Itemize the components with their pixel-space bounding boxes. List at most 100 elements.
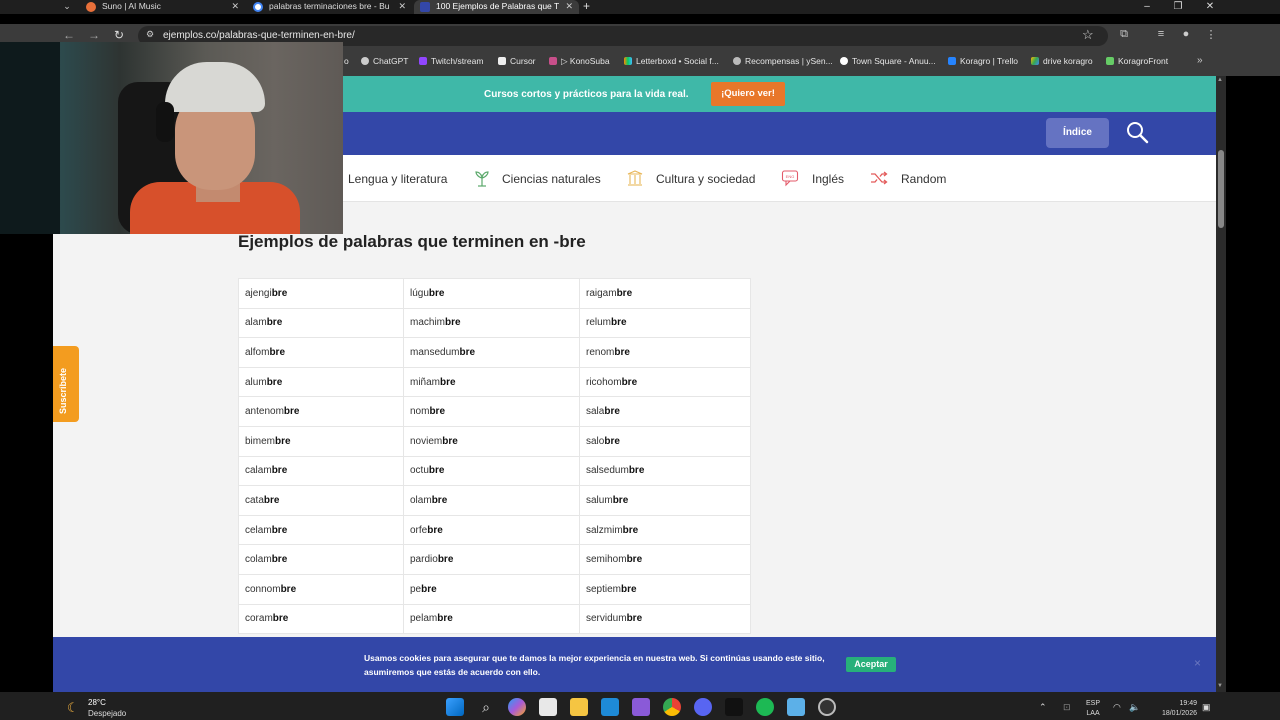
- notepad-icon[interactable]: [787, 698, 805, 716]
- volume-icon[interactable]: 🔈: [1129, 702, 1140, 713]
- scroll-up-arrow-icon[interactable]: ▲: [1217, 77, 1223, 83]
- word-suffix: bre: [611, 317, 627, 329]
- reload-icon[interactable]: ↻: [111, 28, 127, 42]
- microsoft-store-icon[interactable]: [539, 698, 557, 716]
- close-tab-icon[interactable]: ✕: [565, 0, 573, 13]
- word-cell: septiembre: [579, 573, 751, 605]
- back-arrow-icon[interactable]: ←: [61, 28, 77, 42]
- file-explorer-icon[interactable]: [570, 698, 588, 716]
- network-tray-icon[interactable]: ⊡: [1063, 702, 1071, 713]
- forward-arrow-icon[interactable]: →: [86, 28, 102, 42]
- obs-icon[interactable]: [818, 698, 836, 716]
- promo-text: Cursos cortos y prácticos para la vida r…: [484, 89, 689, 100]
- scroll-down-arrow-icon[interactable]: ▼: [1217, 683, 1223, 689]
- discord-icon[interactable]: [694, 698, 712, 716]
- visual-studio-icon[interactable]: [632, 698, 650, 716]
- windows-start-icon[interactable]: [446, 698, 464, 716]
- word-suffix: bre: [269, 346, 286, 358]
- weather-condition[interactable]: Despejado: [88, 709, 126, 718]
- tab-title: 100 Ejemplos de Palabras que T: [436, 1, 560, 11]
- tab-google-search[interactable]: palabras terminaciones bre - Bu ✕: [247, 0, 412, 14]
- word-stem: salzmim: [586, 524, 623, 536]
- bookmark-koragrofront[interactable]: KoragroFront: [1106, 56, 1168, 66]
- search-taskbar-icon[interactable]: ⌕: [477, 698, 495, 716]
- close-window-icon[interactable]: ✕: [1200, 0, 1220, 13]
- category-ingles[interactable]: Inglés: [812, 172, 844, 186]
- close-tab-icon[interactable]: ✕: [398, 0, 406, 13]
- bookmark-town-square[interactable]: Town Square - Anuu...: [840, 56, 936, 66]
- word-suffix: bre: [437, 554, 454, 566]
- indice-button[interactable]: Índice: [1046, 118, 1109, 148]
- promo-button[interactable]: ¡Quiero ver!: [711, 82, 785, 106]
- close-cookie-icon[interactable]: ×: [1194, 656, 1201, 670]
- bookmark-letterboxd[interactable]: Letterboxd • Social f...: [624, 56, 719, 66]
- more-bookmarks-chevron-icon[interactable]: »: [1197, 55, 1203, 66]
- steam-deck-icon[interactable]: [725, 698, 743, 716]
- weather-temperature[interactable]: 28°C: [88, 698, 106, 707]
- category-random[interactable]: Random: [901, 172, 946, 186]
- vscode-icon[interactable]: [601, 698, 619, 716]
- word-stem: machim: [410, 317, 446, 329]
- table-row: alumbre miñambre ricohombre: [238, 366, 751, 398]
- word-stem: alam: [245, 317, 267, 329]
- new-tab-button[interactable]: +: [583, 0, 590, 13]
- word-suffix: bre: [621, 376, 638, 388]
- tab-ejemplos-active[interactable]: 100 Ejemplos de Palabras que T ✕: [414, 0, 579, 14]
- word-suffix: bre: [445, 317, 461, 329]
- bookmark-drive[interactable]: drive koragro: [1031, 56, 1093, 66]
- spotify-icon[interactable]: [756, 698, 774, 716]
- bookmark-twitch[interactable]: Twitch/stream: [419, 56, 483, 66]
- bookmark-recompensas[interactable]: Recompensas | ySen...: [733, 56, 833, 66]
- scrollbar-thumb[interactable]: [1218, 150, 1224, 228]
- extensions-icon[interactable]: ⧉: [1116, 28, 1132, 41]
- category-cultura[interactable]: Cultura y sociedad: [656, 172, 755, 186]
- profile-avatar-icon[interactable]: ●: [1178, 28, 1194, 40]
- trello-icon: [948, 57, 956, 65]
- media-controls-icon[interactable]: ≡: [1153, 28, 1169, 40]
- language-code: ESP: [1086, 700, 1101, 707]
- word-cell: ajengibre: [238, 278, 404, 309]
- word-suffix: bre: [428, 465, 445, 477]
- show-hidden-icons-chevron-icon[interactable]: ⌃: [1039, 702, 1047, 713]
- word-cell: alumbre: [238, 366, 404, 398]
- tab-search-chevron-icon[interactable]: ⌄: [60, 0, 74, 13]
- table-row: celambre orfebre salzmimbre: [238, 514, 751, 546]
- site-info-icon[interactable]: ⚙: [146, 29, 158, 41]
- system-clock[interactable]: 19:49 18/01/2026: [1152, 699, 1197, 719]
- tab-suno[interactable]: Suno | AI Music ✕: [80, 0, 245, 14]
- category-ciencias[interactable]: Ciencias naturales: [502, 172, 601, 186]
- word-stem: mansedum: [410, 346, 460, 358]
- wifi-icon[interactable]: ◠: [1113, 702, 1121, 713]
- subscribe-tab[interactable]: Suscríbete: [53, 346, 79, 422]
- bookmark-trello[interactable]: Koragro | Trello: [948, 56, 1018, 66]
- minimize-icon[interactable]: –: [1137, 0, 1157, 13]
- accept-cookies-button[interactable]: Aceptar: [846, 657, 896, 672]
- bookmark-konosuba[interactable]: ▷ KonoSuba: [549, 56, 610, 67]
- word-suffix: bre: [421, 583, 437, 595]
- chrome-menu-icon[interactable]: ⋮: [1203, 28, 1219, 41]
- bookmark-item[interactable]: o: [344, 56, 349, 66]
- bookmark-label: Recompensas | ySen...: [745, 56, 833, 66]
- tab-strip-right: [1216, 0, 1280, 14]
- url-text[interactable]: ejemplos.co/palabras-que-terminen-en-bre…: [163, 30, 355, 41]
- word-cell: alambre: [238, 307, 404, 339]
- search-icon[interactable]: [1125, 120, 1149, 144]
- word-stem: connom: [245, 583, 281, 595]
- word-suffix: bre: [442, 435, 458, 447]
- moon-weather-icon[interactable]: ☾: [67, 700, 79, 716]
- bookmark-cursor[interactable]: Cursor: [498, 56, 536, 66]
- category-lengua[interactable]: Lengua y literatura: [348, 172, 447, 186]
- notifications-icon[interactable]: ▣: [1202, 702, 1211, 713]
- input-language[interactable]: ESP LAA: [1086, 699, 1100, 719]
- copilot-icon[interactable]: [508, 698, 526, 716]
- word-cell: corambre: [238, 603, 404, 635]
- word-stem: noviem: [410, 435, 443, 447]
- word-suffix: bre: [280, 583, 297, 595]
- word-suffix: bre: [614, 346, 630, 358]
- close-tab-icon[interactable]: ✕: [231, 0, 239, 13]
- bookmark-star-icon[interactable]: ☆: [1082, 27, 1094, 43]
- chrome-taskbar-icon[interactable]: [663, 698, 681, 716]
- restore-icon[interactable]: ❐: [1168, 0, 1188, 13]
- bookmark-label: o: [344, 56, 349, 66]
- bookmark-chatgpt[interactable]: ChatGPT: [361, 56, 408, 66]
